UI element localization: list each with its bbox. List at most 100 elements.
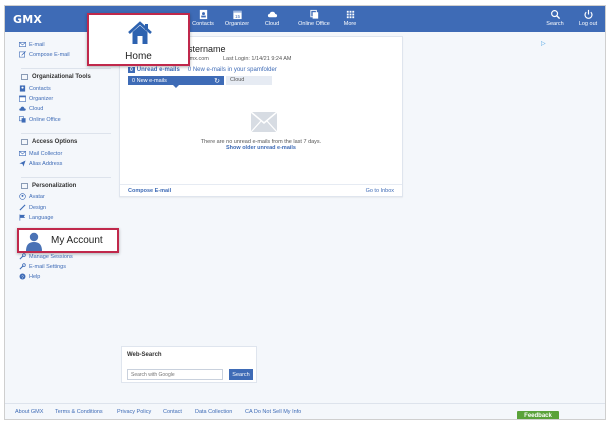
sidebar-item-compose[interactable]: Compose E-mail — [19, 51, 70, 58]
footer-privacy[interactable]: Privacy Policy — [117, 409, 151, 415]
mail-tabs: 0 New e-mails ↻ Cloud — [128, 76, 272, 88]
wrench-icon — [19, 263, 26, 270]
envelope-icon — [19, 42, 26, 47]
sidebar-item-mail-collector[interactable]: Mail Collector — [19, 150, 62, 157]
footer-about[interactable]: About GMX — [15, 409, 43, 415]
sidebar-item-avatar[interactable]: Avatar — [19, 193, 45, 200]
spam-label: New e-mails in your spamfolder — [192, 67, 277, 73]
sidebar-section-org-tools: Organizational Tools — [21, 68, 111, 80]
compose-email-link[interactable]: Compose E-mail — [128, 188, 171, 194]
send-icon — [19, 160, 26, 167]
sidebar-item-compose-label: Compose E-mail — [29, 51, 70, 58]
contacts-icon — [19, 85, 26, 92]
calendar-day: 15 — [234, 14, 240, 19]
sidebar-item-help-label: Help — [29, 273, 41, 280]
sidebar-item-email-label: E-mail — [29, 41, 45, 48]
sidebar-item-mail-collector-label: Mail Collector — [29, 150, 63, 157]
sidebar-item-design-label: Design — [29, 204, 47, 211]
avatar-icon — [19, 193, 26, 200]
sidebar-item-manage-sessions[interactable]: Manage Sessions — [19, 253, 73, 260]
spam-link[interactable]: 0 New e-mails in your spamfolder — [188, 67, 277, 73]
search-icon — [550, 10, 560, 20]
nav-organizer[interactable]: 15 Organizer — [220, 9, 254, 27]
nav-cloud[interactable]: Cloud — [255, 9, 289, 27]
nav-logout-label: Log out — [578, 21, 598, 27]
section-title: Access Options — [32, 139, 78, 145]
sidebar-item-manage-sessions-label: Manage Sessions — [29, 253, 73, 260]
nav-online-office[interactable]: Online Office — [295, 9, 333, 27]
unread-link[interactable]: 0 Unread e-mails — [128, 67, 180, 73]
sidebar-item-online-office[interactable]: Online Office — [19, 116, 61, 123]
app-frame: GMX Contacts 15 Organizer Cloud Online O… — [4, 5, 606, 420]
footer-data-collection[interactable]: Data Collection — [195, 409, 232, 415]
feedback-button[interactable]: Feedback — [517, 411, 559, 419]
cloud-icon — [19, 106, 26, 111]
go-to-inbox-link[interactable]: Go to Inbox — [366, 188, 394, 194]
power-icon — [583, 9, 593, 19]
sidebar-item-organizer-label: Organizer — [29, 95, 54, 102]
refresh-icon[interactable]: ↻ — [214, 77, 220, 85]
web-search-button[interactable]: Search — [229, 369, 253, 380]
sidebar-item-email-settings[interactable]: E-mail Settings — [19, 263, 66, 270]
flag-icon — [19, 214, 26, 221]
sidebar-item-contacts[interactable]: Contacts — [19, 85, 51, 92]
calendar-icon: 15 — [232, 10, 242, 20]
sidebar: E-mail Compose E-mail Organizational Too… — [5, 32, 115, 404]
footer-ca[interactable]: CA Do Not Sell My Info — [245, 409, 301, 415]
sidebar-item-contacts-label: Contacts — [29, 85, 51, 92]
sidebar-item-avatar-label: Avatar — [29, 193, 45, 200]
my-account-callout-label: My Account — [51, 235, 103, 246]
sidebar-item-email-settings-label: E-mail Settings — [29, 263, 66, 270]
sidebar-item-organizer[interactable]: Organizer — [19, 95, 53, 102]
section-icon — [21, 139, 28, 145]
grid-icon — [346, 10, 354, 19]
nav-organizer-label: Organizer — [224, 21, 250, 27]
ad-choices-icon[interactable]: ▷ — [541, 40, 546, 47]
tab-new-emails[interactable]: 0 New e-mails ↻ — [128, 76, 224, 88]
mail-collector-icon — [19, 151, 26, 156]
sidebar-item-design[interactable]: Design — [19, 204, 46, 211]
sidebar-item-help[interactable]: ? Help — [19, 273, 40, 280]
sidebar-item-alias[interactable]: Alias Address — [19, 160, 62, 167]
sidebar-item-online-office-label: Online Office — [29, 116, 61, 123]
nav-more[interactable]: More — [333, 9, 367, 27]
sidebar-section-access: Access Options — [21, 133, 111, 145]
nav-contacts-label: Contacts — [192, 21, 214, 27]
office-icon — [19, 116, 26, 123]
tab-cloud[interactable]: Cloud — [226, 76, 272, 85]
sidebar-item-cloud-label: Cloud — [29, 105, 44, 112]
home-icon — [128, 21, 152, 44]
empty-envelope-icon — [251, 112, 277, 132]
web-search-input[interactable] — [127, 369, 223, 380]
cloud-icon — [267, 11, 277, 18]
unread-count: 0 — [128, 67, 135, 73]
gmx-logo[interactable]: GMX — [13, 13, 42, 26]
sidebar-section-personalization: Personalization — [21, 177, 111, 189]
home-callout[interactable]: Home — [87, 13, 190, 66]
nav-cloud-label: Cloud — [264, 21, 280, 27]
card-footer: Compose E-mail Go to Inbox — [120, 184, 402, 196]
calendar-icon — [19, 95, 26, 102]
unread-label: Unread e-mails — [136, 67, 180, 73]
sidebar-item-email[interactable]: E-mail — [19, 41, 45, 48]
unread-summary: 0 Unread e-mails 0 New e-mails in your sp… — [128, 67, 277, 73]
sidebar-item-cloud[interactable]: Cloud — [19, 105, 43, 112]
nav-contacts[interactable]: Contacts — [186, 9, 220, 27]
sidebar-item-language[interactable]: Language — [19, 214, 53, 221]
tab-new-label: New e-mails — [136, 77, 167, 84]
web-search-box: Web-Search Search — [121, 346, 257, 383]
show-older-link[interactable]: Show older unread e-mails — [120, 145, 402, 151]
sidebar-item-alias-label: Alias Address — [29, 160, 63, 167]
footer-terms[interactable]: Terms & Conditions — [55, 409, 103, 415]
compose-icon — [19, 51, 26, 58]
user-icon — [26, 232, 42, 251]
section-icon — [21, 74, 28, 80]
nav-search[interactable]: Search — [538, 9, 572, 27]
section-title: Organizational Tools — [32, 74, 91, 80]
nav-online-office-label: Online Office — [298, 21, 330, 27]
my-account-callout[interactable]: My Account — [17, 228, 119, 253]
wrench-icon — [19, 253, 26, 260]
footer-contact[interactable]: Contact — [163, 409, 182, 415]
nav-logout[interactable]: Log out — [571, 9, 605, 27]
office-icon — [309, 9, 318, 19]
